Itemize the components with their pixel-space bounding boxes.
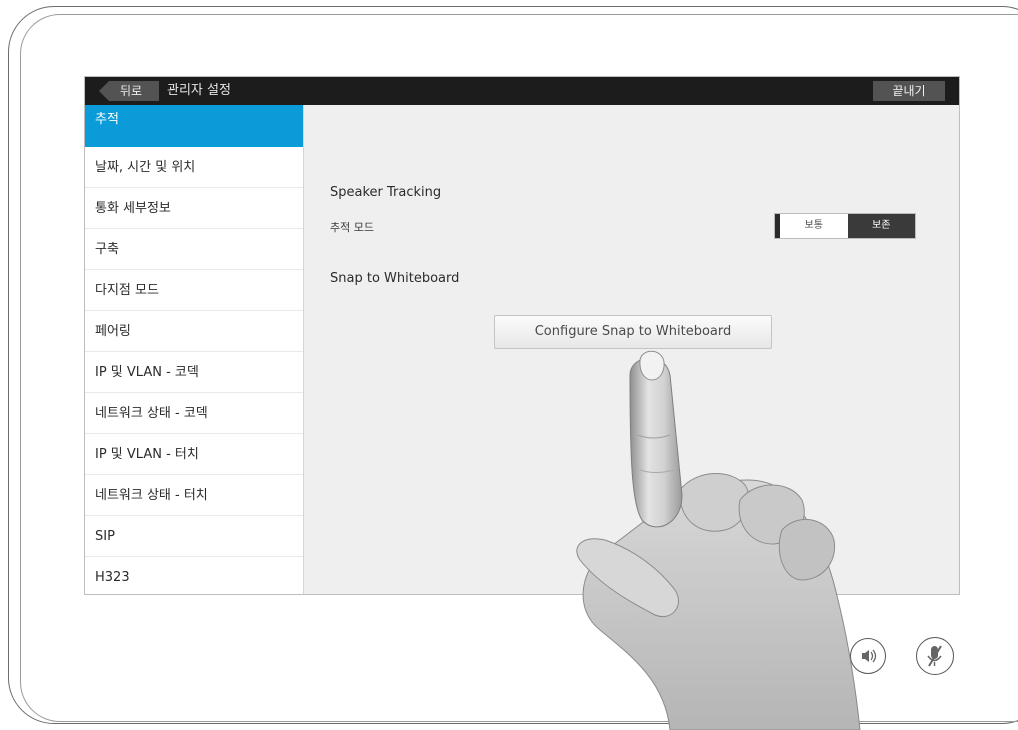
mute-button[interactable] [916, 637, 954, 675]
sidebar-item-multipoint-mode[interactable]: 다지점 모드 [85, 270, 303, 311]
sidebar-item-call-details[interactable]: 통화 세부정보 [85, 188, 303, 229]
sidebar-item-tracking[interactable]: 추적 [85, 105, 303, 147]
sidebar-item-network-status-codec[interactable]: 네트워크 상태 - 코덱 [85, 393, 303, 434]
microphone-mute-icon [927, 645, 942, 667]
tracking-mode-option-normal[interactable]: 보통 [780, 214, 848, 238]
sidebar-item-ip-vlan-codec[interactable]: IP 및 VLAN - 코덱 [85, 352, 303, 393]
sidebar-item-sip[interactable]: SIP [85, 516, 303, 557]
back-button[interactable]: 뒤로 [99, 81, 159, 101]
sidebar-item-network-status-touch[interactable]: 네트워크 상태 - 터치 [85, 475, 303, 516]
top-bar: 뒤로 관리자 설정 끝내기 [85, 77, 959, 105]
sidebar-item-ip-vlan-touch[interactable]: IP 및 VLAN - 터치 [85, 434, 303, 475]
tracking-mode-label: 추적 모드 [330, 221, 374, 234]
sidebar-item-h323[interactable]: H323 [85, 557, 303, 594]
sidebar-item-provisioning[interactable]: 구축 [85, 229, 303, 270]
exit-button[interactable]: 끝내기 [873, 81, 945, 101]
page-title: 관리자 설정 [167, 83, 231, 98]
tracking-mode-toggle[interactable]: 보통 보존 [774, 213, 916, 239]
sidebar-item-pairing[interactable]: 페어링 [85, 311, 303, 352]
speaker-tracking-title: Speaker Tracking [330, 185, 442, 200]
snap-to-whiteboard-title: Snap to Whiteboard [330, 271, 460, 286]
tracking-mode-option-conserve[interactable]: 보존 [847, 214, 915, 238]
sidebar-item-date-time-location[interactable]: 날짜, 시간 및 위치 [85, 147, 303, 188]
pointing-hand-illustration [576, 350, 861, 730]
settings-sidebar: 추적 날짜, 시간 및 위치 통화 세부정보 구축 다지점 모드 페어링 IP … [85, 105, 304, 594]
